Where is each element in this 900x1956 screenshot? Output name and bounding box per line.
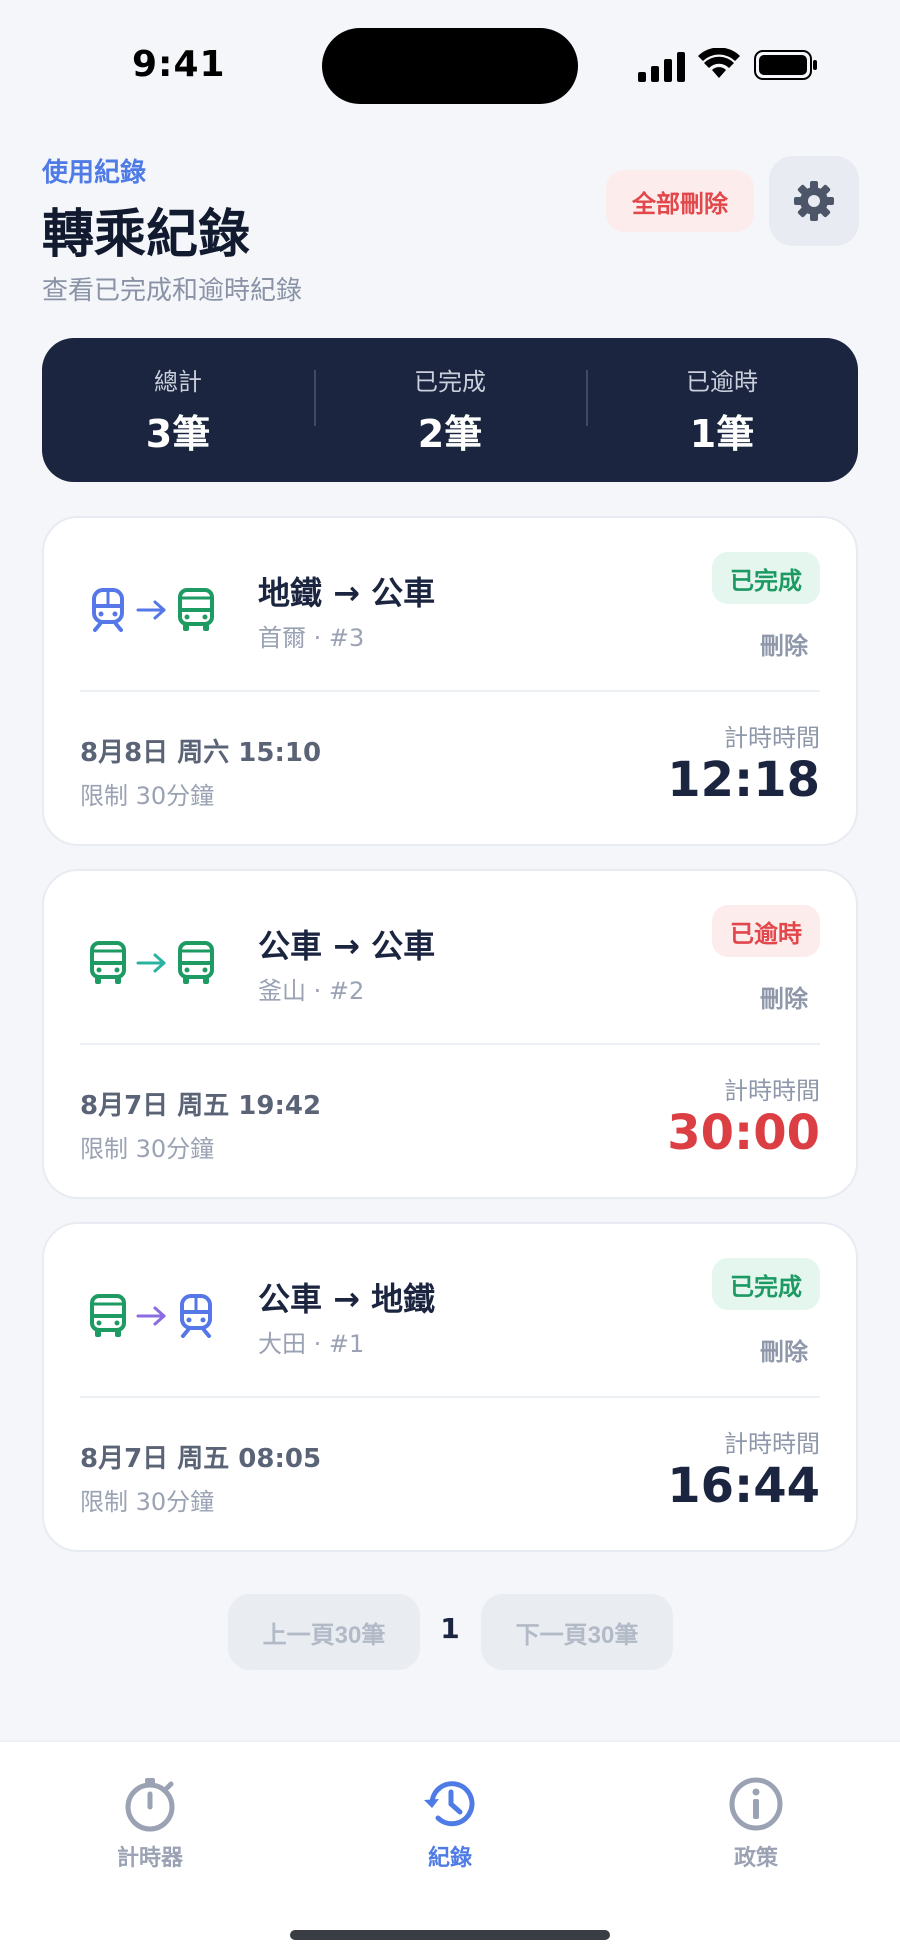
status-badge: 已逾時 (712, 905, 820, 957)
status-time: 9:41 (132, 44, 226, 85)
delete-all-button[interactable]: 全部刪除 (606, 170, 754, 232)
bus-icon (90, 941, 126, 984)
bus-icon (90, 1294, 126, 1337)
arrow-right-icon (136, 953, 166, 973)
record-limit: 限制 30分鐘 (80, 1135, 215, 1163)
info-icon (729, 1777, 783, 1831)
delete-record-button[interactable]: 刪除 (760, 1332, 808, 1367)
record-date: 8月8日 周六 15:10 (80, 738, 322, 768)
arrow-right-icon (136, 1306, 166, 1326)
record-card[interactable]: 公車 → 地鐵 大田 · #1 已完成 刪除 8月7日 周五 08:05 限制 … (42, 1222, 858, 1552)
record-card-header: 公車 → 地鐵 大田 · #1 已完成 刪除 (44, 1224, 856, 1396)
next-page-button[interactable]: 下一頁30筆 (481, 1594, 673, 1670)
tab-label: 紀錄 (427, 1846, 472, 1871)
status-bar: 9:41 (0, 0, 900, 130)
bus-icon (178, 941, 214, 984)
summary-overdue: 已逾時 1筆 (586, 362, 858, 458)
tab-bar: 計時器 紀錄 政策 (0, 1740, 900, 1956)
tab-label: 政策 (733, 1846, 778, 1871)
gear-icon (794, 181, 834, 221)
tab-timer[interactable]: 計時器 (70, 1774, 230, 1884)
record-limit: 限制 30分鐘 (80, 782, 215, 810)
timer-label: 計時時間 (724, 724, 820, 752)
pagination: 上一頁30筆 1 下一頁30筆 (0, 1594, 900, 1670)
record-date: 8月7日 周五 19:42 (80, 1091, 322, 1121)
summary-total: 總計 3筆 (42, 362, 314, 458)
record-card[interactable]: 公車 → 公車 釜山 · #2 已逾時 刪除 8月7日 周五 19:42 限制 … (42, 869, 858, 1199)
bus-icon (178, 588, 214, 631)
route-title: 公車 → 地鐵 (258, 1280, 436, 1318)
route-icons (88, 1288, 248, 1344)
page-header: 使用紀錄 轉乘紀錄 查看已完成和逾時紀錄 全部刪除 (42, 152, 859, 312)
timer-value: 12:18 (667, 752, 820, 808)
route-subtitle: 釜山 · #2 (258, 977, 365, 1005)
summary-label: 已逾時 (686, 368, 758, 396)
route-icons (88, 582, 248, 638)
divider (80, 1043, 820, 1045)
route-title: 地鐵 → 公車 (258, 574, 436, 612)
wifi-icon (698, 48, 740, 78)
page-eyebrow: 使用紀錄 (42, 158, 147, 188)
page-title: 轉乘紀錄 (42, 205, 251, 265)
record-card-header: 地鐵 → 公車 首爾 · #3 已完成 刪除 (44, 518, 856, 690)
status-badge: 已完成 (712, 1258, 820, 1310)
route-subtitle: 首爾 · #3 (258, 624, 365, 652)
divider (80, 1396, 820, 1398)
record-card[interactable]: 地鐵 → 公車 首爾 · #3 已完成 刪除 8月8日 周六 15:10 限制 … (42, 516, 858, 846)
subway-icon (180, 1294, 212, 1338)
summary-label: 已完成 (414, 368, 486, 396)
settings-button[interactable] (769, 156, 859, 246)
signal-icon (638, 52, 685, 82)
status-badge: 已完成 (712, 552, 820, 604)
timer-value: 30:00 (667, 1105, 820, 1161)
prev-page-button[interactable]: 上一頁30筆 (228, 1594, 420, 1670)
record-card-header: 公車 → 公車 釜山 · #2 已逾時 刪除 (44, 871, 856, 1043)
summary-panel: 總計 3筆 已完成 2筆 已逾時 1筆 (42, 338, 858, 482)
summary-value: 2筆 (417, 412, 483, 456)
route-icons (88, 935, 248, 991)
route-title: 公車 → 公車 (258, 927, 436, 965)
summary-label: 總計 (154, 368, 202, 396)
page-number: 1 (440, 1612, 460, 1645)
page-subtitle: 查看已完成和逾時紀錄 (42, 276, 303, 306)
record-date: 8月7日 周五 08:05 (80, 1444, 322, 1474)
stopwatch-icon (125, 1778, 175, 1832)
summary-completed: 已完成 2筆 (314, 362, 586, 458)
timer-label: 計時時間 (724, 1430, 820, 1458)
summary-value: 1筆 (689, 412, 755, 456)
timer-value: 16:44 (667, 1458, 820, 1514)
timer-label: 計時時間 (724, 1077, 820, 1105)
home-indicator (290, 1930, 610, 1940)
delete-record-button[interactable]: 刪除 (760, 979, 808, 1014)
summary-value: 3筆 (145, 412, 211, 456)
battery-icon (754, 50, 817, 80)
record-limit: 限制 30分鐘 (80, 1488, 215, 1516)
tab-records[interactable]: 紀錄 (370, 1774, 530, 1884)
arrow-right-icon (136, 600, 166, 620)
divider (80, 690, 820, 692)
delete-record-button[interactable]: 刪除 (760, 626, 808, 661)
dynamic-island (322, 28, 578, 104)
tab-label: 計時器 (116, 1846, 183, 1871)
history-icon (424, 1781, 475, 1827)
tab-policy[interactable]: 政策 (676, 1774, 836, 1884)
subway-icon (92, 588, 124, 632)
route-subtitle: 大田 · #1 (258, 1330, 365, 1358)
